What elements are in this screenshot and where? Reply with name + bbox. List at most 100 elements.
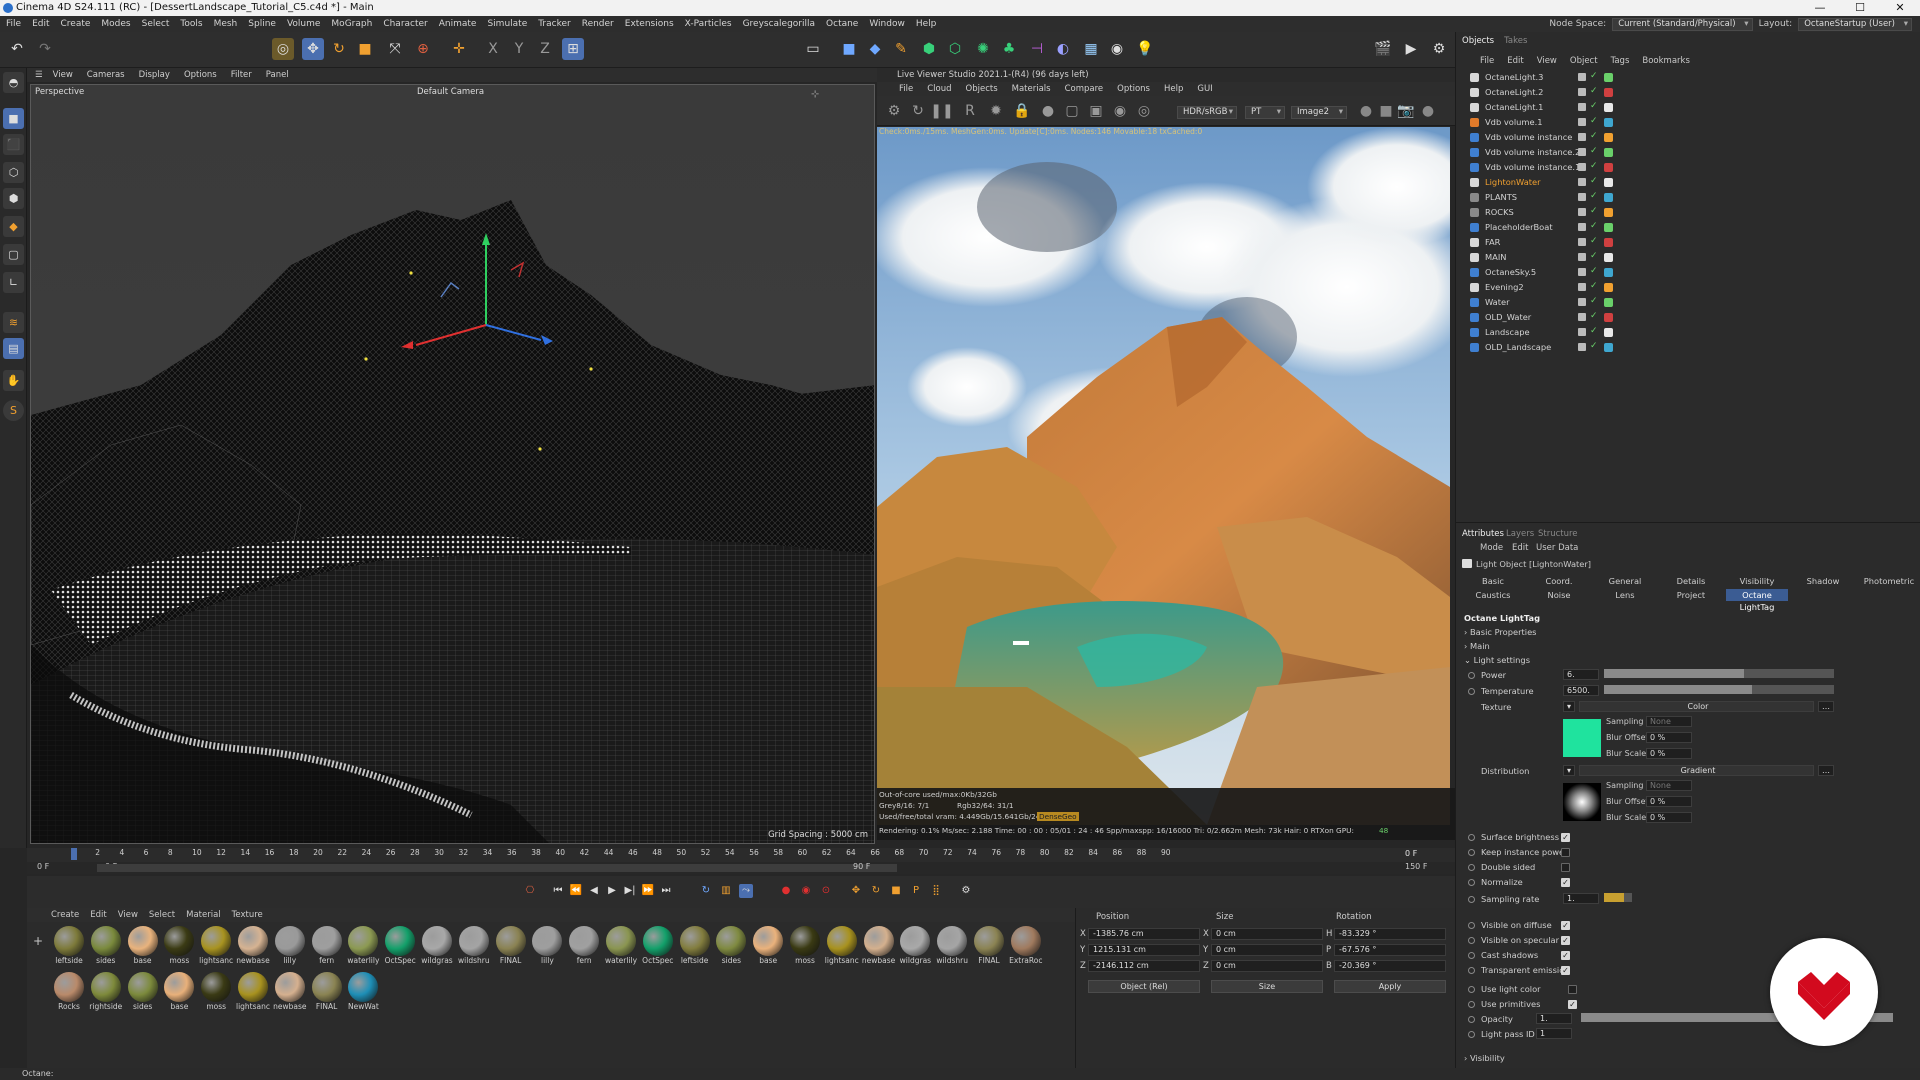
brush-icon[interactable]: ✋	[3, 370, 24, 391]
object-tag-icon[interactable]	[1604, 88, 1613, 97]
viewport-menu-display[interactable]: Display	[139, 70, 170, 80]
size-y-field[interactable]: 0 cm	[1211, 944, 1323, 956]
tab-layers[interactable]: Layers	[1506, 529, 1534, 539]
mat-menu-view[interactable]: View	[118, 910, 138, 920]
coordinate-system-icon[interactable]: ⊕	[412, 38, 434, 60]
floor-icon[interactable]: ▦	[1080, 38, 1102, 60]
lv-image-dropdown[interactable]: Image2	[1291, 106, 1347, 119]
render-settings-icon[interactable]: ⚙	[1428, 38, 1450, 60]
material-swatch[interactable]: sides	[715, 926, 747, 965]
object-tag-icon[interactable]	[1604, 223, 1613, 232]
layer-visibility-icon[interactable]	[1578, 103, 1586, 111]
attr-menu-edit[interactable]: Edit	[1512, 543, 1528, 553]
object-row[interactable]: FAR ✓	[1456, 235, 1920, 250]
enabled-check-icon[interactable]: ✓	[1590, 86, 1598, 96]
mat-menu-texture[interactable]: Texture	[232, 910, 263, 920]
texture-color-swatch[interactable]	[1563, 719, 1601, 757]
material-swatch[interactable]: NewWat	[347, 972, 379, 1011]
layer-visibility-icon[interactable]	[1578, 163, 1586, 171]
lv-colorspace-dropdown[interactable]: HDR/sRGB	[1177, 106, 1237, 119]
texture-menu-button[interactable]: ▾	[1563, 701, 1575, 712]
attr-menu-mode[interactable]: Mode	[1480, 543, 1503, 553]
material-swatch[interactable]: fern	[311, 926, 343, 965]
attribute-tab[interactable]: Basic	[1462, 575, 1524, 587]
camera-icon[interactable]: ◉	[1106, 38, 1128, 60]
layer-visibility-icon[interactable]	[1578, 178, 1586, 186]
coord-mode-dropdown[interactable]: Object (Rel)	[1088, 980, 1200, 993]
object-tag-icon[interactable]	[1604, 148, 1613, 157]
menu-extensions[interactable]: Extensions	[625, 19, 674, 29]
menu-edit[interactable]: Edit	[32, 19, 49, 29]
lv-compare-icon[interactable]: ◉	[1109, 100, 1131, 122]
layer-visibility-icon[interactable]	[1578, 343, 1586, 351]
material-swatch[interactable]: lightsanc	[825, 926, 859, 965]
distribution-menu-button[interactable]: ▾	[1563, 765, 1575, 776]
material-swatch[interactable]: moss	[200, 972, 232, 1011]
layer-visibility-icon[interactable]	[1578, 298, 1586, 306]
perspective-viewport[interactable]: Perspective Default Camera ⊹ Grid Spacin…	[30, 84, 875, 844]
menu-animate[interactable]: Animate	[439, 19, 477, 29]
distribution-shader-field[interactable]: Gradient	[1579, 765, 1814, 776]
lv-restart-icon[interactable]: ↻	[907, 100, 929, 122]
create-null-icon[interactable]: ✛	[448, 38, 470, 60]
viewport-menu-options[interactable]: Options	[184, 70, 217, 80]
animate-dot-icon[interactable]	[1468, 864, 1475, 871]
lv-stop-icon[interactable]: ●	[1355, 100, 1377, 122]
enabled-check-icon[interactable]: ✓	[1590, 131, 1598, 141]
object-row[interactable]: ROCKS ✓	[1456, 205, 1920, 220]
object-row[interactable]: Evening2 ✓	[1456, 280, 1920, 295]
layer-visibility-icon[interactable]	[1578, 253, 1586, 261]
enabled-check-icon[interactable]: ✓	[1590, 71, 1598, 81]
enabled-check-icon[interactable]: ✓	[1590, 341, 1598, 351]
edges-mode-icon[interactable]: ⬢	[3, 188, 24, 209]
menu-spline[interactable]: Spline	[248, 19, 276, 29]
menu-file[interactable]: File	[6, 19, 21, 29]
tab-objects[interactable]: Objects	[1462, 36, 1494, 46]
tex-sampling-field[interactable]: None	[1646, 716, 1692, 727]
subdivision-icon[interactable]: ⬢	[918, 38, 940, 60]
attribute-tab[interactable]: Shadow	[1792, 575, 1854, 587]
layer-visibility-icon[interactable]	[1578, 73, 1586, 81]
layer-visibility-icon[interactable]	[1578, 313, 1586, 321]
distribution-more-button[interactable]: …	[1818, 765, 1834, 776]
lv-lut-icon[interactable]: ◎	[1133, 100, 1155, 122]
attribute-tab[interactable]: Visibility	[1726, 575, 1788, 587]
light-settings-group[interactable]: ⌄ Light settings	[1464, 655, 1530, 665]
object-tag-icon[interactable]	[1604, 163, 1613, 172]
pos-y-field[interactable]: 1215.131 cm	[1088, 944, 1200, 956]
attribute-tab[interactable]: General	[1594, 575, 1656, 587]
lv-clay-icon[interactable]: ▢	[1061, 100, 1083, 122]
menu-create[interactable]: Create	[61, 19, 91, 29]
layer-visibility-icon[interactable]	[1578, 328, 1586, 336]
key-rotation-icon[interactable]: ↻	[869, 884, 883, 898]
model-mode-icon[interactable]: ■	[3, 108, 24, 129]
rot-b-field[interactable]: -20.369 °	[1334, 960, 1446, 972]
viewport-menu-panel[interactable]: Panel	[266, 70, 289, 80]
object-tag-icon[interactable]	[1604, 73, 1613, 82]
menu-mograph[interactable]: MoGraph	[331, 19, 372, 29]
enabled-check-icon[interactable]: ✓	[1590, 146, 1598, 156]
uv-mode-icon[interactable]: ▢	[3, 244, 24, 265]
lv-menu-compare[interactable]: Compare	[1065, 84, 1104, 94]
material-swatch[interactable]: lightsanc	[236, 972, 270, 1011]
object-tag-icon[interactable]	[1604, 238, 1613, 247]
add-material-icon[interactable]: +	[33, 934, 43, 948]
checkbox[interactable]: ✓	[1561, 921, 1570, 930]
texture-more-button[interactable]: …	[1818, 701, 1834, 712]
lv-save-icon[interactable]: ■	[1375, 100, 1397, 122]
layer-visibility-icon[interactable]	[1578, 148, 1586, 156]
node-space-dropdown[interactable]: Current (Standard/Physical)	[1612, 17, 1753, 31]
field-icon[interactable]: ◐	[1052, 38, 1074, 60]
layer-visibility-icon[interactable]	[1578, 283, 1586, 291]
menu-window[interactable]: Window	[869, 19, 905, 29]
material-swatch[interactable]: OctSpec	[384, 926, 416, 965]
enabled-check-icon[interactable]: ✓	[1590, 266, 1598, 276]
use-light-color-checkbox[interactable]	[1568, 985, 1577, 994]
material-swatch[interactable]: lightsanc	[199, 926, 233, 965]
menu-volume[interactable]: Volume	[287, 19, 320, 29]
lv-pause-icon[interactable]: ❚❚	[930, 100, 953, 122]
lv-menu-options[interactable]: Options	[1117, 84, 1150, 94]
lv-channel-icon[interactable]: ▣	[1085, 100, 1107, 122]
material-swatch[interactable]: ExtraRoc	[1009, 926, 1042, 965]
visibility-group[interactable]: › Visibility	[1464, 1053, 1505, 1063]
